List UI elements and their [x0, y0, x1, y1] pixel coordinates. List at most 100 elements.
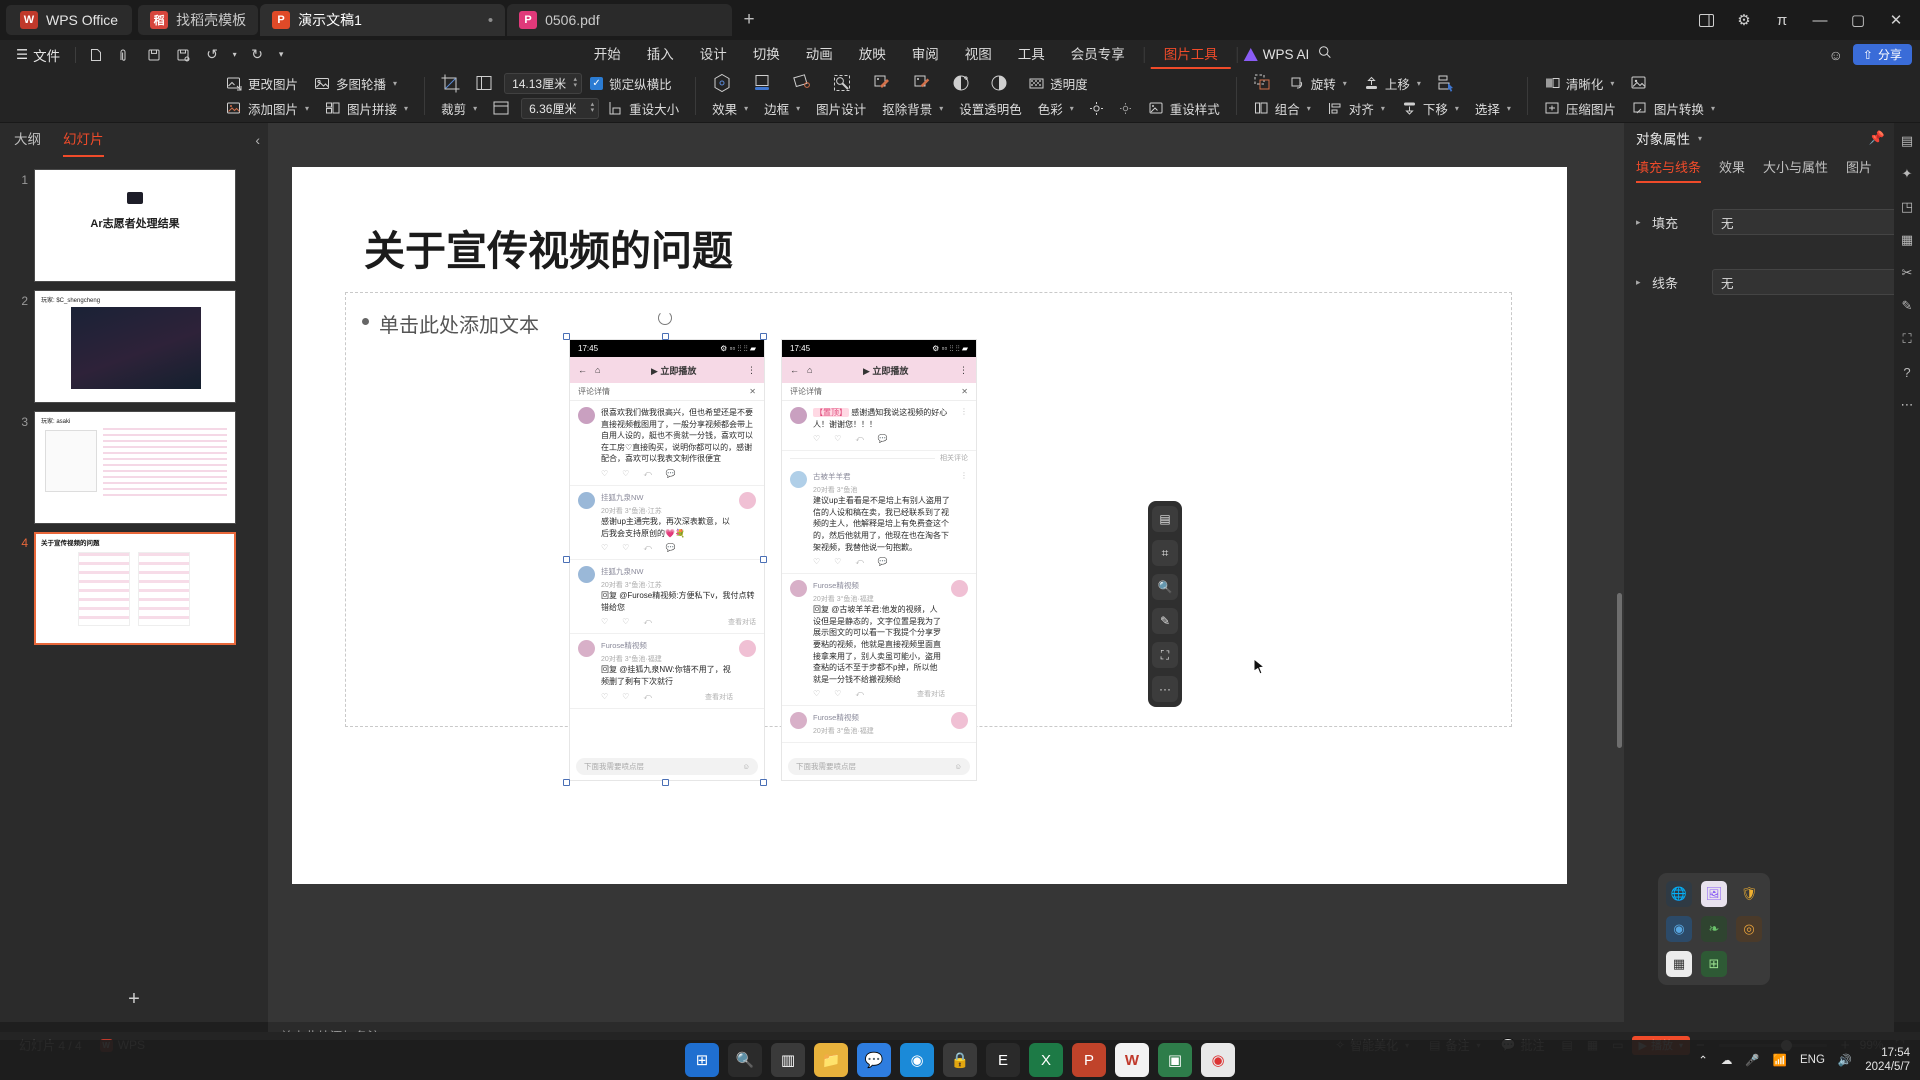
excel-icon[interactable]: X: [1029, 1043, 1063, 1077]
line-select[interactable]: 无 ▾: [1712, 269, 1908, 295]
customize-qat-icon[interactable]: ▾: [273, 43, 289, 67]
ribbon-tab-slideshow[interactable]: 放映: [846, 40, 899, 69]
ribbon-tab-transition[interactable]: 切换: [740, 40, 793, 69]
close-icon[interactable]: ✕: [961, 387, 968, 396]
new-tab-button[interactable]: +: [734, 5, 764, 35]
pi-icon[interactable]: π: [1764, 4, 1800, 36]
rotate-button[interactable]: 旋转 ▾: [1281, 72, 1355, 95]
stepper-icon[interactable]: ▴ ▾: [574, 76, 578, 89]
slide-thumb-1[interactable]: 1 Ar志愿者处理结果: [0, 165, 268, 286]
apps-icon[interactable]: ⊞: [1701, 951, 1727, 977]
group-shapes-icon[interactable]: [1245, 72, 1281, 95]
tab-slides[interactable]: 幻灯片: [63, 123, 104, 157]
sidebar-toggle-icon[interactable]: [1688, 4, 1724, 36]
transparency-button[interactable]: 透明度: [1020, 72, 1096, 95]
search-icon[interactable]: [1309, 40, 1339, 69]
picture-height-input[interactable]: 6.36厘米 ▴ ▾: [521, 97, 600, 119]
cloud-icon[interactable]: ☁: [1721, 1053, 1733, 1067]
slide-thumb-image[interactable]: 关于宣传视频的问题: [34, 532, 236, 645]
close-button[interactable]: ✕: [1878, 4, 1914, 36]
effects-button[interactable]: 效果 ▾: [704, 97, 756, 120]
remove-background-icon[interactable]: [824, 72, 860, 95]
image-selection-frame[interactable]: [563, 311, 767, 786]
increase-brightness-icon[interactable]: [1082, 97, 1111, 120]
search-icon[interactable]: 🔍: [728, 1043, 762, 1077]
fill-row[interactable]: ▸ 填充 无 ▾: [1624, 201, 1920, 243]
stepper-icon[interactable]: ▴ ▾: [591, 101, 595, 114]
brightness-up-icon[interactable]: [944, 72, 978, 95]
chevron-left-icon[interactable]: ‹: [255, 132, 260, 148]
bring-forward-button[interactable]: 上移 ▾: [1355, 72, 1429, 95]
slide-title[interactable]: 关于宣传视频的问题: [364, 217, 733, 277]
canvas-scrollbar[interactable]: [1613, 123, 1622, 1022]
panel-toggle-icon[interactable]: ▤: [1897, 131, 1917, 151]
crop-button[interactable]: [433, 72, 468, 95]
border-icon[interactable]: [744, 72, 780, 95]
ribbon-tab-design[interactable]: 设计: [687, 40, 740, 69]
tab-outline[interactable]: 大纲: [14, 123, 41, 157]
chevron-right-icon[interactable]: ▸: [1636, 277, 1646, 288]
placeholder-text-row[interactable]: 单击此处添加文本: [362, 309, 539, 338]
open-icon[interactable]: [112, 43, 138, 67]
floating-image-toolbar[interactable]: ▤ ⌗ 🔍 ✎ ⛶ ···: [1148, 501, 1182, 707]
brightness-down-icon[interactable]: [982, 72, 1016, 95]
help-icon[interactable]: ☺: [1829, 47, 1843, 63]
grid-icon[interactable]: ▦: [1666, 951, 1692, 977]
ribbon-tab-member[interactable]: 会员专享: [1058, 40, 1138, 69]
box-icon[interactable]: ▣: [1158, 1043, 1192, 1077]
fill-select[interactable]: 无 ▾: [1712, 209, 1908, 235]
minimize-button[interactable]: —: [1802, 4, 1838, 36]
set-transparent-color-icon[interactable]: [864, 72, 900, 95]
resize-handle-se[interactable]: [760, 779, 767, 786]
clock[interactable]: 17:54 2024/5/7: [1865, 1046, 1910, 1074]
save-icon[interactable]: [141, 43, 167, 67]
network-icon[interactable]: 📶: [1773, 1053, 1787, 1067]
picture-design-button[interactable]: 图片设计: [808, 97, 874, 120]
home-icon[interactable]: ⌂: [807, 365, 812, 375]
aspect-height-icon[interactable]: [485, 97, 517, 120]
change-picture-button[interactable]: 更改图片: [218, 72, 306, 95]
more-icon[interactable]: ⋮: [960, 407, 968, 444]
slide-thumb-2[interactable]: 2 玩家: $C_shengcheng: [0, 286, 268, 407]
wps-ai-button[interactable]: WPS AI: [1243, 47, 1309, 62]
tab-close-icon[interactable]: •: [488, 12, 493, 29]
new-icon[interactable]: [83, 43, 109, 67]
chevron-down-icon[interactable]: ▾: [1698, 134, 1702, 143]
save-as-icon[interactable]: [170, 43, 196, 67]
resize-handle-n[interactable]: [662, 333, 669, 340]
color-button[interactable]: 色彩 ▾: [1030, 97, 1082, 120]
slide-canvas-area[interactable]: 关于宣传视频的问题 单击此处添加文本 17:45 ⚙ ▫▫ ⫶⫶ ⫶⫶ ▰ ← …: [268, 123, 1624, 1022]
slide-thumb-image[interactable]: 玩家: asaki: [34, 411, 236, 524]
tab-0506-pdf[interactable]: P 0506.pdf: [507, 4, 733, 36]
slide-thumb-image[interactable]: 玩家: $C_shengcheng: [34, 290, 236, 403]
emoji-icon[interactable]: ☺: [954, 762, 962, 771]
tab-presentation1[interactable]: P 演示文稿1 •: [260, 4, 506, 36]
reset-size-button[interactable]: 重设大小: [599, 97, 687, 120]
star-icon[interactable]: ✦: [1897, 164, 1917, 184]
lock-aspect-ratio-checkbox[interactable]: ✓ 锁定纵横比: [582, 74, 680, 93]
leaf-icon[interactable]: ❧: [1701, 916, 1727, 942]
rotation-handle[interactable]: [658, 311, 672, 325]
add-picture-button[interactable]: 添加图片 ▾: [218, 97, 317, 120]
resize-handle-e[interactable]: [760, 556, 767, 563]
slide-thumb-image[interactable]: Ar志愿者处理结果: [34, 169, 236, 282]
resize-handle-w[interactable]: [563, 556, 570, 563]
template-icon[interactable]: ▦: [1897, 230, 1917, 250]
help-circle-icon[interactable]: ?: [1897, 362, 1917, 382]
color-icon[interactable]: [904, 72, 940, 95]
reset-style-button[interactable]: 重设样式: [1140, 97, 1228, 120]
ribbon-tab-insert[interactable]: 插入: [634, 40, 687, 69]
slide-canvas[interactable]: 关于宣传视频的问题 单击此处添加文本 17:45 ⚙ ▫▫ ⫶⫶ ⫶⫶ ▰ ← …: [292, 167, 1567, 884]
comment-input-bar[interactable]: 下面我需要喷点层 ☺: [788, 758, 970, 775]
pen-icon[interactable]: ✎: [1897, 296, 1917, 316]
compress-picture-button[interactable]: 压缩图片: [1536, 97, 1624, 120]
picture-design-icon[interactable]: [784, 72, 820, 95]
shield-icon[interactable]: 🛡: [1736, 881, 1762, 907]
volume-icon[interactable]: 🔊: [1838, 1053, 1852, 1067]
edge-icon[interactable]: ◉: [900, 1043, 934, 1077]
tab-docer-template[interactable]: 稻 找稻壳模板: [138, 5, 259, 35]
more-icon[interactable]: ⋯: [1897, 395, 1917, 415]
settings-icon[interactable]: ⚙: [1726, 4, 1762, 36]
chrome-icon[interactable]: ◉: [1201, 1043, 1235, 1077]
selection-pane-icon[interactable]: [1429, 72, 1463, 95]
